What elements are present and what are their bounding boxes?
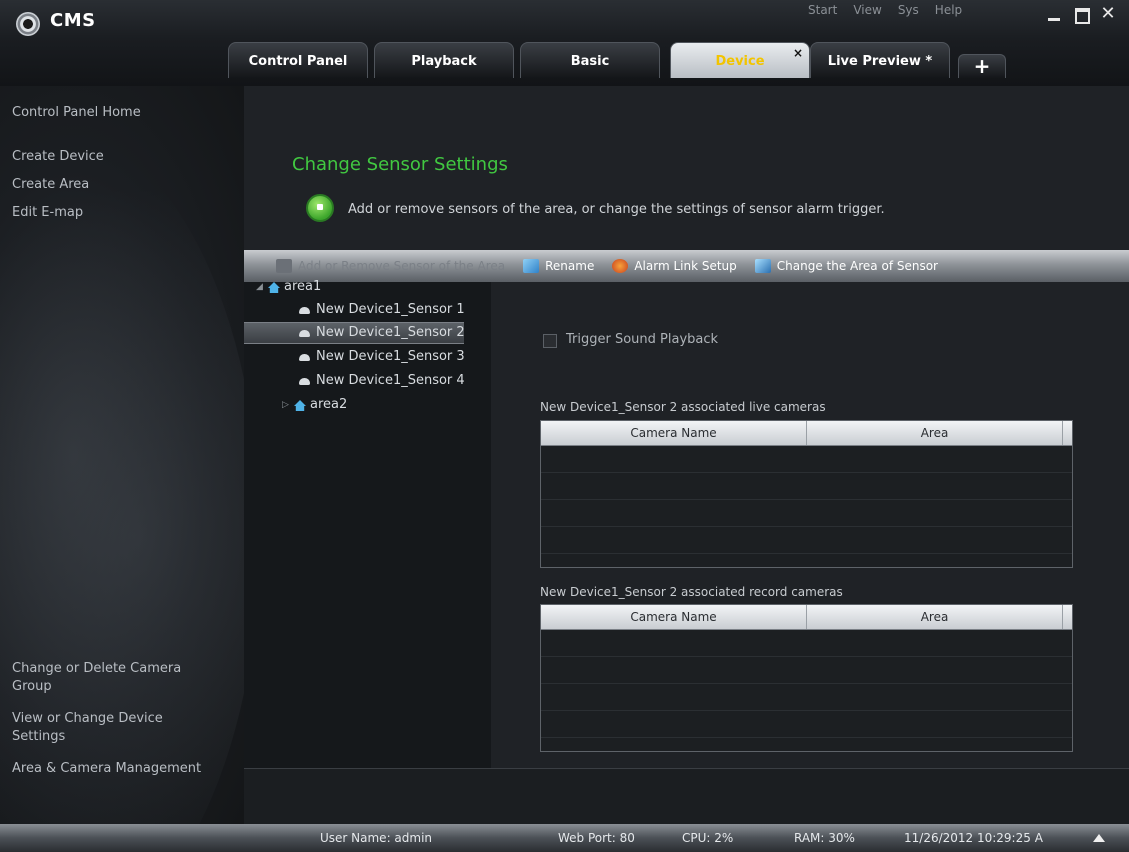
status-ram: RAM: 30% (794, 831, 855, 845)
title-bar: CMS Start View Sys Help ✕ Control Panel … (0, 0, 1129, 86)
menu-sys[interactable]: Sys (898, 3, 919, 17)
toolbar-label: Alarm Link Setup (634, 259, 737, 273)
record-cameras-caption: New Device1_Sensor 2 associated record c… (540, 585, 843, 599)
info-icon (306, 194, 334, 222)
menu-help[interactable]: Help (935, 3, 962, 17)
sidebar: Control Panel Home Create Device Create … (0, 86, 244, 824)
add-tab-button[interactable]: + (958, 54, 1006, 78)
tree-label: New Device1_Sensor 2 (316, 325, 465, 340)
status-datetime: 11/26/2012 10:29:25 A (904, 831, 1043, 845)
sidebar-item-change-camera-group[interactable]: Change or Delete Camera Group (12, 660, 222, 696)
sensor-icon (299, 330, 310, 337)
expand-caret-icon[interactable]: ▷ (282, 394, 289, 416)
app-title: CMS (50, 10, 96, 31)
tree-label: area1 (284, 279, 322, 294)
column-camera-name[interactable]: Camera Name (541, 605, 807, 629)
status-cpu: CPU: 2% (682, 831, 734, 845)
tab-label: Control Panel (248, 54, 348, 69)
main-footer-area (244, 769, 1129, 824)
tab-label: Live Preview * (827, 54, 933, 69)
tree-node-area2[interactable]: ▷ area2 (244, 394, 464, 416)
column-area[interactable]: Area (807, 605, 1063, 629)
tab-device[interactable]: Device × (670, 42, 810, 78)
menu-view[interactable]: View (853, 3, 881, 17)
tree-label: New Device1_Sensor 4 (316, 373, 465, 388)
rename-button[interactable]: Rename (523, 259, 594, 273)
tab-label: Basic (570, 54, 610, 69)
sensor-icon (299, 307, 310, 314)
tab-label: Device (715, 54, 765, 69)
cms-logo-icon (16, 12, 40, 36)
status-user: User Name: admin (320, 831, 433, 845)
sidebar-item-edit-emap[interactable]: Edit E-map (12, 204, 240, 222)
table-row (541, 657, 1072, 684)
sensor-icon (299, 354, 310, 361)
table-row (541, 527, 1072, 554)
column-area[interactable]: Area (807, 421, 1063, 445)
sidebar-item-device-settings[interactable]: View or Change Device Settings (12, 710, 212, 746)
alarm-link-setup-button[interactable]: Alarm Link Setup (612, 259, 737, 273)
main-panel: Change Sensor Settings Add or remove sen… (244, 86, 1129, 824)
rename-icon (523, 259, 540, 273)
table-header: Camera Name Area (541, 421, 1072, 446)
area-tree: ◢ area1 New Device1_Sensor 1 New Device1… (244, 279, 491, 768)
page-description: Add or remove sensors of the area, or ch… (348, 202, 885, 217)
tab-playback[interactable]: Playback (374, 42, 514, 78)
tab-basic[interactable]: Basic (520, 42, 660, 78)
tree-node-area1[interactable]: ◢ area1 (244, 276, 464, 298)
trigger-sound-label: Trigger Sound Playback (566, 332, 719, 347)
maximize-icon[interactable] (1070, 4, 1092, 24)
sensor-add-icon (276, 259, 292, 273)
expand-up-icon[interactable] (1093, 834, 1105, 842)
table-row (541, 711, 1072, 738)
tree-node-sensor-2[interactable]: New Device1_Sensor 2 (244, 322, 465, 344)
sensor-detail-pane: Trigger Sound Playback New Device1_Senso… (491, 282, 1129, 768)
toolbar-label: Add or Remove Sensor of the Area (298, 259, 506, 273)
status-bar: User Name: admin Web Port: 80 CPU: 2% RA… (0, 824, 1129, 852)
toolbar-label: Change the Area of Sensor (776, 259, 938, 273)
area-house-icon (294, 400, 306, 411)
tree-label: area2 (310, 397, 348, 412)
table-header: Camera Name Area (541, 605, 1072, 630)
add-remove-sensor-button[interactable]: Add or Remove Sensor of the Area (276, 259, 505, 273)
sidebar-item-create-device[interactable]: Create Device (12, 148, 240, 166)
sidebar-item-control-panel-home[interactable]: Control Panel Home (12, 104, 240, 122)
live-cameras-table: Camera Name Area (540, 420, 1073, 568)
tab-control-panel[interactable]: Control Panel (228, 42, 368, 78)
record-cameras-table: Camera Name Area (540, 604, 1073, 752)
minimize-icon[interactable] (1043, 4, 1065, 24)
toolbar-label: Rename (545, 259, 595, 273)
sensor-icon (299, 378, 310, 385)
column-camera-name[interactable]: Camera Name (541, 421, 807, 445)
top-menu: Start View Sys Help (808, 3, 962, 17)
page-title: Change Sensor Settings (292, 154, 508, 175)
table-row (541, 630, 1072, 657)
change-area-icon (754, 259, 771, 273)
sidebar-item-area-camera-management[interactable]: Area & Camera Management (12, 760, 240, 778)
tree-node-sensor-1[interactable]: New Device1_Sensor 1 (244, 299, 465, 321)
live-cameras-caption: New Device1_Sensor 2 associated live cam… (540, 400, 826, 414)
table-row (541, 473, 1072, 500)
tab-close-icon[interactable]: × (793, 47, 803, 59)
menu-start[interactable]: Start (808, 3, 837, 17)
status-web-port: Web Port: 80 (558, 831, 635, 845)
tree-label: New Device1_Sensor 1 (316, 302, 465, 317)
change-area-button[interactable]: Change the Area of Sensor (754, 259, 938, 273)
tree-node-sensor-3[interactable]: New Device1_Sensor 3 (244, 346, 465, 368)
table-row (541, 500, 1072, 527)
trigger-sound-checkbox[interactable] (543, 334, 557, 348)
tab-label: Playback (411, 54, 477, 69)
close-window-icon[interactable]: ✕ (1097, 4, 1119, 24)
alarm-link-icon (612, 259, 629, 273)
table-row (541, 446, 1072, 473)
sidebar-item-create-area[interactable]: Create Area (12, 176, 240, 194)
tree-label: New Device1_Sensor 3 (316, 349, 465, 364)
tab-live-preview[interactable]: Live Preview * (810, 42, 950, 78)
collapse-caret-icon[interactable]: ◢ (256, 276, 263, 298)
tree-node-sensor-4[interactable]: New Device1_Sensor 4 (244, 370, 465, 392)
area-house-icon (268, 282, 280, 293)
table-row (541, 684, 1072, 711)
